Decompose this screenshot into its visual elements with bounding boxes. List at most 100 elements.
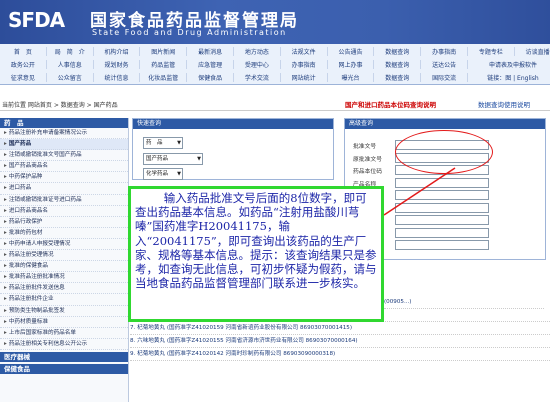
result-row[interactable]: (00905...) (384, 296, 544, 309)
sidebar-item[interactable]: ▸ 药品注册批件企业 (0, 294, 128, 306)
nav-item[interactable]: 图片新闻 (140, 47, 188, 56)
sidebar-item[interactable]: ▸ 药品注册受理情况 (0, 250, 128, 262)
field-input[interactable] (395, 202, 489, 213)
result-row[interactable]: 9. 杞菊地黄丸 (国药准字Z41020142 河南时珍制药有限公司 86903… (130, 348, 550, 361)
sidebar-item-label: 国产药品 (8, 141, 32, 148)
sidebar-item[interactable]: ▸ 中药申请人申报受理情况 (0, 239, 128, 251)
sidebar-item[interactable]: ▸ 注销或撤销批准文号国产药品 (0, 150, 128, 162)
sidebar-item[interactable]: ▸ 药品注册补充申请备案情况公示 (0, 128, 128, 140)
sidebar-item[interactable]: ▸ 中药保护品种 (0, 172, 128, 184)
bullet-icon: ▸ (4, 296, 7, 303)
sidebar-item[interactable]: ▸ 进口药品 (0, 183, 128, 195)
drug-type-select[interactable]: 化学药品 ▼ (143, 168, 183, 180)
nav-item[interactable]: 化妆品监管 (140, 73, 188, 82)
nav-row-3: 征求意见 公众留言 统计信息 化妆品监管 保健食品 学术交流 网站统计 曝光台 … (0, 71, 550, 84)
nav-item[interactable]: 曝光台 (328, 73, 375, 82)
nav-item[interactable]: 链接：图 | English (468, 73, 550, 82)
sidebar-item[interactable]: ▸ 批准药品注册批准情况 (0, 272, 128, 284)
nav-item[interactable]: 法规文件 (281, 47, 328, 56)
nav-item[interactable]: 保健食品 (187, 73, 234, 82)
sidebar-item-label: 药品行政保护 (8, 218, 43, 225)
sidebar-item[interactable]: ▸ 国产药品商品名 (0, 161, 128, 173)
sidebar-item[interactable]: ▸ 注销或撤销批准证号进口药品 (0, 195, 128, 206)
sidebar-item[interactable]: ▸ 药品注册批件发送信息 (0, 283, 128, 295)
nav-item[interactable]: 统计信息 (94, 73, 141, 82)
field-input[interactable] (395, 215, 489, 225)
nav-item[interactable]: 网站统计 (281, 73, 328, 82)
nav-item[interactable]: 地方动态 (234, 47, 281, 56)
field-input[interactable] (395, 190, 489, 200)
query-help-link[interactable]: 数据查询使用说明 (478, 99, 530, 109)
sidebar-item[interactable]: ▸ 药品注册相关专利信息公开公示 (0, 339, 128, 350)
nav-item[interactable]: 办事指南 (421, 47, 468, 56)
nav-item[interactable]: 数据查询 (374, 73, 422, 82)
sidebar-head-devices[interactable]: 医疗器械 (0, 351, 128, 362)
sidebar-item-label: 中药材质量标准 (8, 318, 48, 325)
bullet-icon: ▸ (4, 307, 7, 314)
nav-item[interactable]: 受理中心 (234, 60, 281, 69)
nav-item[interactable]: 规划财务 (94, 60, 141, 69)
sidebar-item-label: 批准的药包材 (8, 229, 43, 236)
nav-item[interactable]: 机构介绍 (94, 47, 141, 56)
nav-item[interactable]: 申请表及申报软件 (468, 60, 550, 69)
nav-item[interactable]: 应急管理 (187, 60, 234, 69)
nav-item[interactable]: 网上办事 (328, 60, 375, 69)
sidebar-item[interactable]: ▸ 上市后国家标准的药品名单 (0, 328, 128, 339)
sidebar-item[interactable]: ▸ 国产药品 (0, 139, 128, 151)
sidebar-item[interactable]: ▸ 药品行政保护 (0, 217, 128, 228)
bullet-icon: ▸ (4, 152, 7, 159)
sidebar-item[interactable]: ▸ 进口药品商品名 (0, 206, 128, 217)
nav-item[interactable]: 人事信息 (47, 60, 94, 69)
field-input[interactable] (395, 177, 489, 188)
database-select[interactable]: 国产药品 ▼ (143, 153, 203, 165)
field-input[interactable] (395, 227, 489, 238)
sidebar-item[interactable]: ▸ 中药材质量标准 (0, 317, 128, 328)
sidebar-item-label: 批准药品注册批准情况 (8, 274, 65, 281)
chevron-down-icon: ▼ (197, 156, 201, 162)
nav-item[interactable]: 局 简 介 (47, 47, 94, 56)
code-query-help-link[interactable]: 国产和进口药品本位码查询说明 (345, 99, 436, 109)
sidebar-head-drugs: 药 品 (0, 118, 128, 128)
nav-item[interactable]: 最新消息 (187, 47, 234, 56)
nav-item[interactable]: 征求意见 (0, 73, 47, 82)
sidebar-item-label: 批准的保健食品 (8, 263, 48, 270)
sidebar-head-health-food[interactable]: 保健食品 (0, 363, 128, 374)
field-input[interactable] (395, 240, 489, 250)
result-row[interactable]: 7. 杞菊地黄丸 (国药准字Z41020159 河南省新谊药业股份有限公司 86… (130, 322, 550, 335)
bullet-icon: ▸ (4, 130, 7, 136)
chevron-down-icon: ▼ (177, 171, 181, 177)
site-subtitle: State Food and Drug Administration (92, 28, 287, 37)
bullet-icon: ▸ (4, 196, 7, 203)
database-select-value: 国产药品 (146, 156, 169, 162)
bullet-icon: ▸ (4, 274, 7, 281)
nav-item[interactable]: 数据查询 (374, 47, 422, 56)
quick-search-panel: 快速查询 药 品 ▼ 国产药品 ▼ 化学药品 ▼ (132, 118, 334, 180)
nav-item[interactable]: 首 页 (0, 47, 47, 56)
sidebar-item[interactable]: ▸ 批准的药包材 (0, 228, 128, 239)
nav-item[interactable]: 公众留言 (47, 73, 94, 82)
nav-item[interactable]: 学术交流 (234, 73, 281, 82)
nav-item[interactable]: 送达公告 (421, 60, 468, 69)
advanced-search-title: 高级查询 (345, 119, 545, 129)
chevron-down-icon: ▼ (177, 140, 181, 146)
sfda-logo[interactable]: SFDA (8, 8, 65, 32)
nav-item[interactable]: 办事指南 (281, 60, 328, 69)
nav-item[interactable]: 访谈直播 (515, 47, 550, 56)
site-header: SFDA 国家食品药品监督管理局 State Food and Drug Adm… (0, 0, 550, 44)
sidebar-item-label: 注销或撤销批准证号进口药品 (8, 196, 82, 203)
field-label: 批准文号 (353, 144, 377, 150)
nav-item[interactable]: 国际交流 (421, 73, 468, 82)
breadcrumb[interactable]: 当前位置 网站首页 > 数据查询 > 国产药品 (2, 100, 118, 109)
result-row[interactable]: 8. 六味地黄丸 (国药准字Z41020155 河南省济源市济世药业有限公司 8… (130, 335, 550, 348)
sidebar-list: ▸ 药品注册补充申请备案情况公示 ▸ 国产药品 ▸ 注销或撤销批准文号国产药品 ▸ 国产药品商… (0, 128, 128, 350)
quick-search-title: 快速查询 (133, 119, 333, 129)
nav-item[interactable]: 政务公开 (0, 60, 47, 69)
nav-item[interactable]: 专题专栏 (468, 47, 515, 56)
nav-item[interactable]: 公告通告 (328, 47, 375, 56)
sidebar-item[interactable]: ▸ 批准的保健食品 (0, 261, 128, 273)
nav-item[interactable]: 数据查询 (374, 60, 422, 69)
category-select[interactable]: 药 品 ▼ (143, 137, 183, 149)
sidebar-item[interactable]: ▸ 预防类生物制品批签发 (0, 306, 128, 317)
nav-item[interactable]: 药品监管 (140, 60, 188, 69)
bullet-icon: ▸ (4, 240, 7, 247)
